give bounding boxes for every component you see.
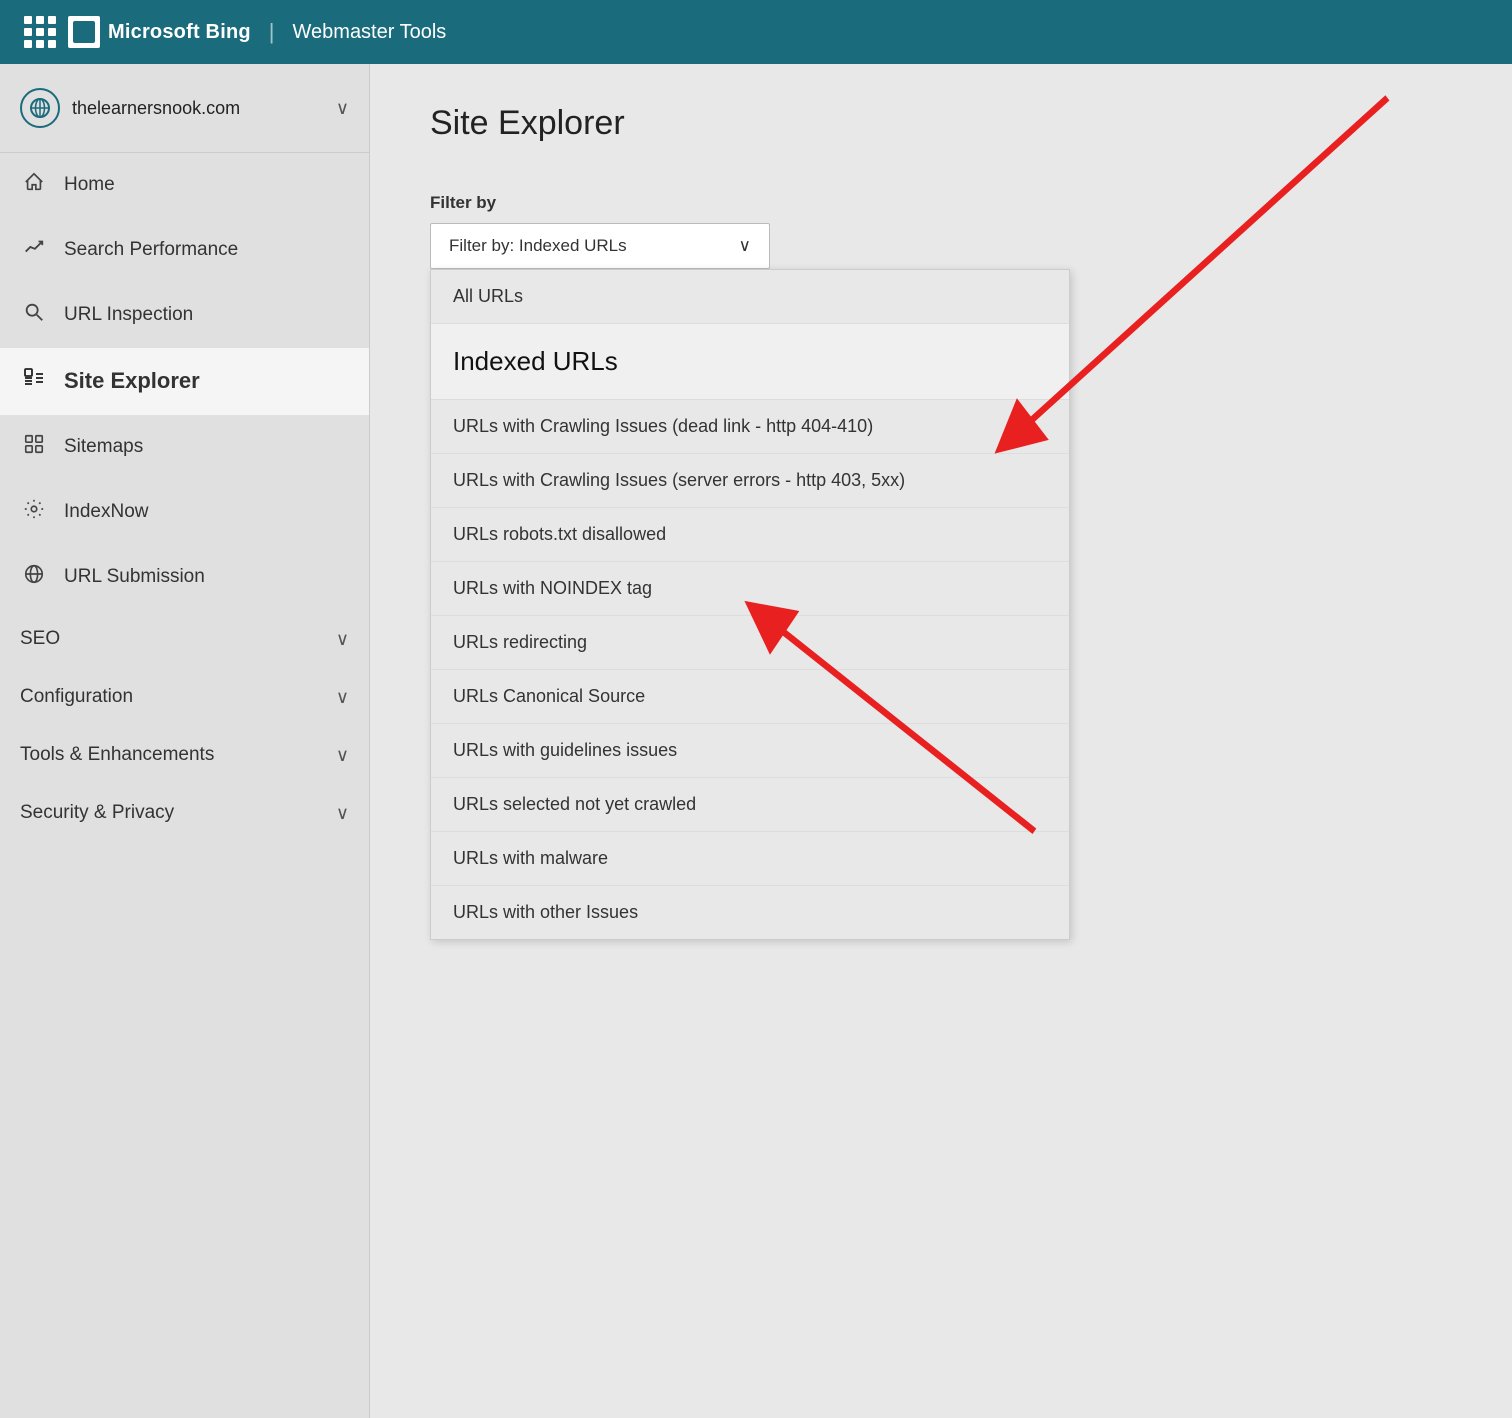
product-title: Webmaster Tools <box>293 21 447 44</box>
seo-chevron: ∨ <box>336 629 349 650</box>
site-explorer-label: Site Explorer <box>64 368 200 394</box>
configuration-label: Configuration <box>20 686 133 708</box>
filter-dropdown-button[interactable]: Filter by: Indexed URLs ∨ <box>430 223 770 269</box>
dropdown-item-all-urls[interactable]: All URLs <box>431 270 1069 324</box>
site-selector-chevron: ∨ <box>336 98 349 119</box>
tools-label: Tools & Enhancements <box>20 744 214 766</box>
dropdown-item-noindex[interactable]: URLs with NOINDEX tag <box>431 562 1069 616</box>
dropdown-item-indexed-urls[interactable]: Indexed URLs <box>431 324 1069 400</box>
dropdown-item-other[interactable]: URLs with other Issues <box>431 886 1069 939</box>
main-layout: thelearnersnook.com ∨ Home Search Perfor… <box>0 64 1512 1418</box>
dropdown-item-malware[interactable]: URLs with malware <box>431 832 1069 886</box>
dropdown-item-guidelines[interactable]: URLs with guidelines issues <box>431 724 1069 778</box>
indexnow-label: IndexNow <box>64 501 149 523</box>
security-chevron: ∨ <box>336 803 349 824</box>
sidebar-item-site-explorer[interactable]: Site Explorer <box>0 348 369 415</box>
sidebar-item-home[interactable]: Home <box>0 153 369 218</box>
filter-label: Filter by <box>430 193 1452 213</box>
search-performance-label: Search Performance <box>64 239 238 261</box>
sitemaps-icon <box>20 433 48 461</box>
home-icon <box>20 171 48 199</box>
dropdown-item-not-crawled[interactable]: URLs selected not yet crawled <box>431 778 1069 832</box>
main-content: Site Explorer Filter by Filter by: Index… <box>370 64 1512 1418</box>
url-inspection-icon <box>20 301 48 329</box>
site-explorer-icon <box>20 366 48 396</box>
security-label: Security & Privacy <box>20 802 174 824</box>
url-submission-label: URL Submission <box>64 566 205 588</box>
indexnow-icon <box>20 498 48 526</box>
sidebar-section-security[interactable]: Security & Privacy ∨ <box>0 784 369 842</box>
page-title: Site Explorer <box>430 104 1452 143</box>
sidebar-item-url-inspection[interactable]: URL Inspection <box>0 283 369 348</box>
url-inspection-label: URL Inspection <box>64 304 193 326</box>
site-name: thelearnersnook.com <box>72 98 324 119</box>
brand-divider: | <box>269 19 275 45</box>
site-selector[interactable]: thelearnersnook.com ∨ <box>0 64 369 153</box>
globe-icon <box>20 88 60 128</box>
sidebar-item-indexnow[interactable]: IndexNow <box>0 480 369 545</box>
seo-label: SEO <box>20 628 60 650</box>
sidebar-item-url-submission[interactable]: URL Submission <box>0 545 369 610</box>
configuration-chevron: ∨ <box>336 687 349 708</box>
dropdown-item-crawling-server[interactable]: URLs with Crawling Issues (server errors… <box>431 454 1069 508</box>
filter-btn-text: Filter by: Indexed URLs <box>449 236 627 256</box>
sidebar-section-seo[interactable]: SEO ∨ <box>0 610 369 668</box>
sidebar-item-sitemaps[interactable]: Sitemaps <box>0 415 369 480</box>
dropdown-item-robots[interactable]: URLs robots.txt disallowed <box>431 508 1069 562</box>
tools-chevron: ∨ <box>336 745 349 766</box>
sitemaps-label: Sitemaps <box>64 436 143 458</box>
sidebar: thelearnersnook.com ∨ Home Search Perfor… <box>0 64 370 1418</box>
filter-section: Filter by Filter by: Indexed URLs ∨ All … <box>430 193 1452 940</box>
apps-grid-icon[interactable] <box>24 16 56 48</box>
brand-logo: Microsoft Bing <box>68 16 251 48</box>
sidebar-section-configuration[interactable]: Configuration ∨ <box>0 668 369 726</box>
sidebar-item-search-performance[interactable]: Search Performance <box>0 218 369 283</box>
top-bar: Microsoft Bing | Webmaster Tools <box>0 0 1512 64</box>
filter-dropdown-menu: All URLs Indexed URLs URLs with Crawling… <box>430 269 1070 940</box>
filter-btn-chevron: ∨ <box>739 236 751 256</box>
sidebar-section-tools[interactable]: Tools & Enhancements ∨ <box>0 726 369 784</box>
home-label: Home <box>64 174 115 196</box>
dropdown-item-canonical[interactable]: URLs Canonical Source <box>431 670 1069 724</box>
bing-icon <box>68 16 100 48</box>
url-submission-icon <box>20 563 48 591</box>
dropdown-item-redirecting[interactable]: URLs redirecting <box>431 616 1069 670</box>
brand-name: Microsoft Bing <box>108 21 251 44</box>
search-performance-icon <box>20 236 48 264</box>
dropdown-item-crawling-404[interactable]: URLs with Crawling Issues (dead link - h… <box>431 400 1069 454</box>
